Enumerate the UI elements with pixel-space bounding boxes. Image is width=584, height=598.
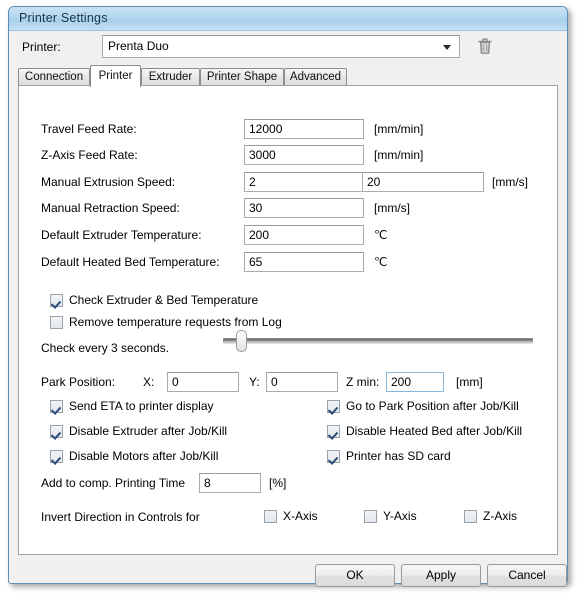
checkbox-box <box>327 425 340 438</box>
dialog-client-area: Printer: Prenta Duo Connection Printer E… <box>10 31 567 587</box>
check-interval-label: Check every 3 seconds. <box>41 341 170 355</box>
default-extruder-temperature-label: Default Extruder Temperature: <box>41 228 202 242</box>
printer-selector-row: Printer: Prenta Duo <box>10 31 566 65</box>
default-extruder-temperature-input[interactable] <box>244 225 364 245</box>
park-position-x-input[interactable] <box>167 372 239 392</box>
checkbox-label: Go to Park Position after Job/Kill <box>346 399 519 413</box>
default-heated-bed-temperature-unit: ℃ <box>374 255 388 269</box>
check-interval-slider[interactable] <box>223 330 533 352</box>
chevron-down-icon <box>443 45 451 50</box>
tab-extruder[interactable]: Extruder <box>141 68 200 86</box>
park-position-zmin-label: Z min: <box>346 375 380 389</box>
tab-connection[interactable]: Connection <box>18 68 90 86</box>
travel-feed-rate-unit: [mm/min] <box>374 122 424 136</box>
checkbox-box <box>50 450 63 463</box>
manual-retraction-speed-label: Manual Retraction Speed: <box>41 201 180 215</box>
manual-retraction-speed-input[interactable] <box>244 198 364 218</box>
printer-combobox[interactable]: Prenta Duo <box>102 35 460 58</box>
checkbox-box <box>327 450 340 463</box>
window-title: Printer Settings <box>19 11 108 25</box>
z-axis-feed-rate-input[interactable] <box>244 145 364 165</box>
printer-label: Printer: <box>22 40 61 54</box>
checkbox-box <box>50 294 63 307</box>
tab-printer-shape[interactable]: Printer Shape <box>200 68 284 86</box>
slider-thumb[interactable] <box>236 330 247 352</box>
tab-advanced[interactable]: Advanced <box>284 68 347 86</box>
printer-settings-dialog: Printer Settings Printer: Prenta Duo Con… <box>8 6 568 587</box>
park-position-label: Park Position: <box>41 375 116 389</box>
park-position-x-label: X: <box>143 375 155 389</box>
printing-time-label: Add to comp. Printing Time <box>41 476 186 490</box>
manual-extrusion-speed-label: Manual Extrusion Speed: <box>41 175 176 189</box>
checkbox-label: Printer has SD card <box>346 449 451 463</box>
checkbox-box <box>464 510 477 523</box>
trash-icon-svg <box>478 38 492 54</box>
travel-feed-rate-label: Travel Feed Rate: <box>41 122 137 136</box>
checkbox-box <box>364 510 377 523</box>
z-axis-feed-rate-unit: [mm/min] <box>374 148 424 162</box>
checkbox-box <box>50 425 63 438</box>
travel-feed-rate-input[interactable] <box>244 119 364 139</box>
checkbox-label: X-Axis <box>283 509 318 523</box>
printer-combobox-value: Prenta Duo <box>108 39 169 53</box>
checkbox-label: Disable Motors after Job/Kill <box>69 449 219 463</box>
checkbox-box <box>50 316 63 329</box>
checkbox-box <box>50 400 63 413</box>
default-heated-bed-temperature-input[interactable] <box>244 252 364 272</box>
printer-tab-panel: Travel Feed Rate: [mm/min] Z-Axis Feed R… <box>18 85 558 555</box>
park-position-y-label: Y: <box>249 375 260 389</box>
checkbox-label: Check Extruder & Bed Temperature <box>69 293 259 307</box>
settings-tabstrip: Connection Printer Extruder Printer Shap… <box>18 65 558 87</box>
default-extruder-temperature-unit: ℃ <box>374 228 388 242</box>
checkbox-label: Remove temperature requests from Log <box>69 315 282 329</box>
manual-extrusion-speed-secondary-input[interactable] <box>362 172 484 192</box>
checkbox-label: Z-Axis <box>483 509 517 523</box>
ok-button[interactable]: OK <box>315 564 395 587</box>
default-heated-bed-temperature-label: Default Heated Bed Temperature: <box>41 255 220 269</box>
printing-time-unit: [%] <box>269 476 287 490</box>
checkbox-box <box>327 400 340 413</box>
park-position-zmin-input[interactable] <box>386 372 444 392</box>
checkbox-box <box>264 510 277 523</box>
manual-extrusion-speed-unit: [mm/s] <box>492 175 528 189</box>
cancel-button[interactable]: Cancel <box>487 564 567 587</box>
park-position-y-input[interactable] <box>266 372 338 392</box>
checkbox-label: Y-Axis <box>383 509 417 523</box>
apply-button[interactable]: Apply <box>401 564 481 587</box>
trash-icon[interactable] <box>475 36 495 57</box>
slider-track <box>223 338 533 344</box>
checkbox-label: Disable Extruder after Job/Kill <box>69 424 228 438</box>
checkbox-label: Send ETA to printer display <box>69 399 214 413</box>
manual-retraction-speed-unit: [mm/s] <box>374 201 410 215</box>
park-position-unit: [mm] <box>456 375 483 389</box>
checkbox-label: Disable Heated Bed after Job/Kill <box>346 424 523 438</box>
invert-direction-label: Invert Direction in Controls for <box>41 510 200 524</box>
z-axis-feed-rate-label: Z-Axis Feed Rate: <box>41 148 138 162</box>
tab-printer[interactable]: Printer <box>90 65 141 87</box>
window-titlebar: Printer Settings <box>9 7 567 31</box>
manual-extrusion-speed-input[interactable] <box>244 172 364 192</box>
printing-time-input[interactable] <box>199 473 261 493</box>
